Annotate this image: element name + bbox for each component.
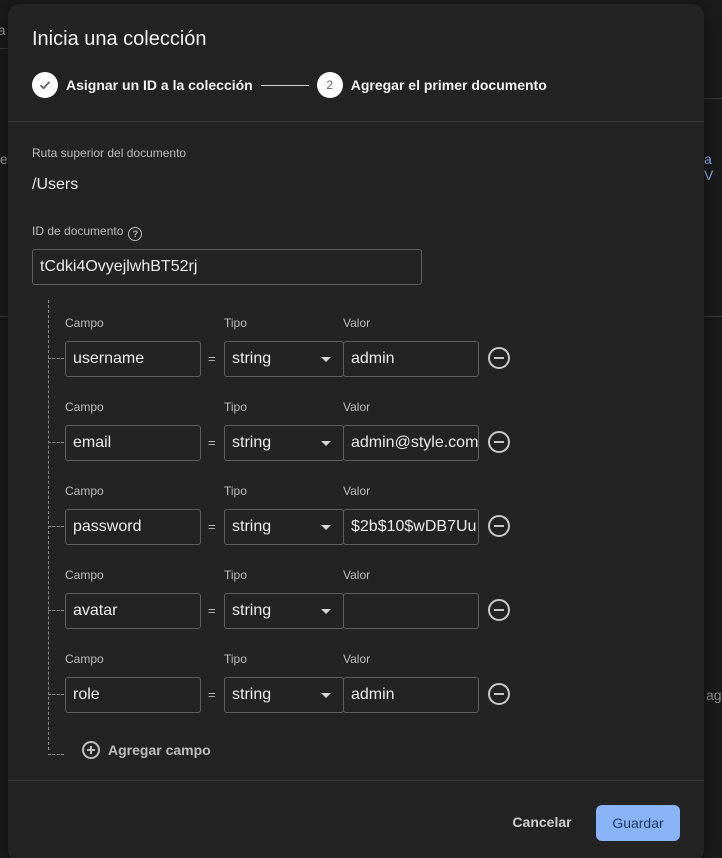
field-type-header: Tipo [224,400,247,414]
field-name-input[interactable]: role [65,677,201,713]
field-type-value: string [232,434,272,451]
field-value-input[interactable]: admin [343,341,479,377]
field-tree-connector [48,526,64,527]
field-value-header: Valor [343,652,371,666]
field-type-header: Tipo [224,316,247,330]
background-divider [0,316,8,317]
remove-field-icon[interactable] [488,347,510,369]
field-value-header: Valor [343,400,371,414]
field-tree-connector [48,610,64,611]
field-name-input[interactable]: avatar [65,593,201,629]
step-connector [260,84,309,86]
add-circle-icon [82,741,100,759]
field-tree-connector [48,358,64,359]
field-tree-connector [48,754,64,755]
field-type-value: string [232,686,272,703]
save-button[interactable]: Guardar [596,805,680,841]
add-field-button[interactable]: Agregar campo [82,740,211,760]
field-tree-connector [48,442,64,443]
equals-sign: = [208,687,216,702]
field-tree-line [48,300,49,750]
add-field-label: Agregar campo [108,742,211,758]
background-text-fragment: pa [0,22,6,38]
field-type-header: Tipo [224,652,247,666]
background-link-fragment: a V [704,151,714,183]
help-icon[interactable]: ? [128,227,143,241]
chevron-down-icon [321,609,331,614]
cancel-button[interactable]: Cancelar [502,808,582,836]
chevron-down-icon [321,357,331,362]
background-text-fragment: te [0,151,8,167]
chevron-down-icon [321,441,331,446]
field-name-header: Campo [65,484,104,498]
chevron-down-icon [321,693,331,698]
field-value-header: Valor [343,568,371,582]
remove-field-icon[interactable] [488,599,510,621]
document-id-input[interactable]: tCdki4OvyejlwhBT52rj [32,249,422,285]
header-divider [8,121,704,122]
start-collection-dialog: Inicia una colección Asignar un ID a la … [8,4,704,858]
check-icon [32,72,58,98]
step-1-label: Asignar un ID a la colección [66,77,253,93]
field-type-value: string [232,350,272,367]
field-name-header: Campo [65,652,104,666]
field-name-header: Campo [65,400,104,414]
stepper: Asignar un ID a la colección 2 Agregar e… [32,72,547,98]
remove-field-icon[interactable] [488,431,510,453]
field-value-input[interactable] [343,593,479,629]
field-type-header: Tipo [224,484,247,498]
document-id-label: ID de documento? [32,224,143,241]
field-value-input[interactable]: admin [343,677,479,713]
field-name-header: Campo [65,316,104,330]
field-type-value: string [232,602,272,619]
document-id-label-text: ID de documento [32,224,124,238]
background-text-fragment: ag [706,687,722,703]
field-name-input[interactable]: email [65,425,201,461]
step-2-label: Agregar el primer documento [350,77,547,93]
remove-field-icon[interactable] [488,683,510,705]
parent-path-label: Ruta superior del documento [32,146,187,160]
equals-sign: = [208,435,216,450]
parent-path-value: /Users [32,176,79,193]
chevron-down-icon [321,525,331,530]
dialog-title: Inicia una colección [32,28,207,50]
field-name-header: Campo [65,568,104,582]
field-type-header: Tipo [224,568,247,582]
background-divider [0,48,8,49]
background-divider [704,98,722,99]
equals-sign: = [208,351,216,366]
field-value-input[interactable]: $2b$10$wDB7Uu [343,509,479,545]
equals-sign: = [208,519,216,534]
field-value-header: Valor [343,316,371,330]
field-name-input[interactable]: password [65,509,201,545]
field-value-header: Valor [343,484,371,498]
step-2-number: 2 [316,72,343,98]
remove-field-icon[interactable] [488,515,510,537]
field-name-input[interactable]: username [65,341,201,377]
field-tree-connector [48,694,64,695]
footer-divider [8,780,704,781]
field-type-value: string [232,518,272,535]
background-divider [704,316,722,317]
equals-sign: = [208,603,216,618]
field-value-input[interactable]: admin@style.com [343,425,479,461]
